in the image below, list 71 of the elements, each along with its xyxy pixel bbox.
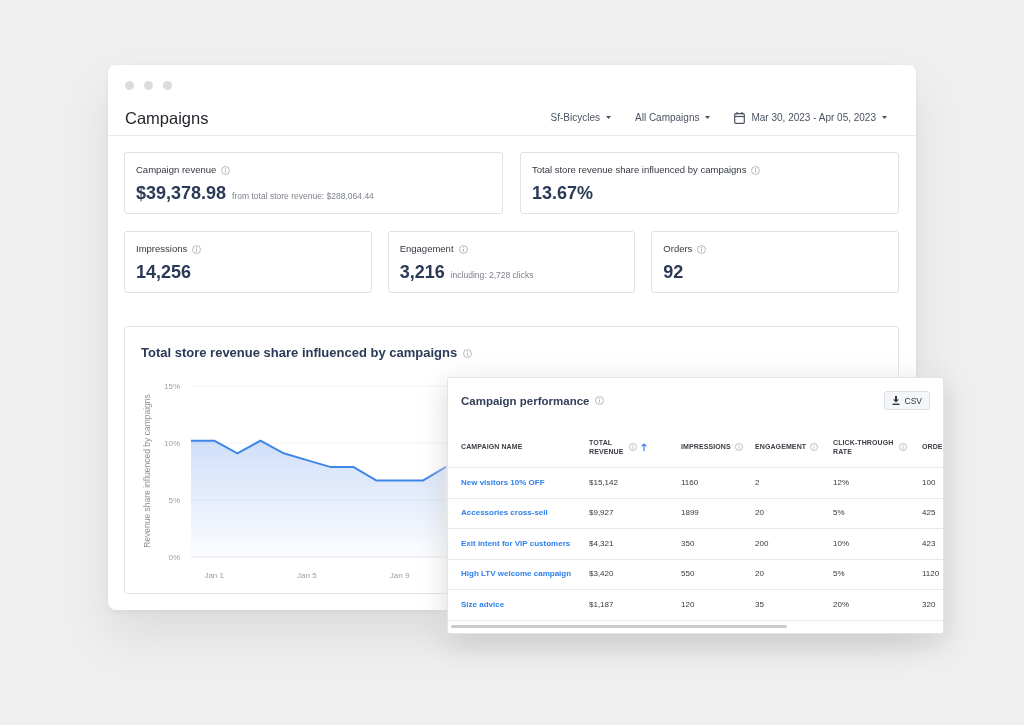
caret-icon [705,116,711,119]
table-cell: 120 [681,599,695,610]
table-cell: $3,420 [589,569,614,580]
table-cell: 350 [681,538,695,549]
table-cell: $4,321 [589,538,614,549]
table-cell: $9,927 [589,508,614,519]
axis-tick-label: 0% [168,553,180,562]
info-icon [595,396,605,405]
caret-icon [882,116,887,119]
info-icon [221,165,231,175]
date-range-picker[interactable]: Mar 30, 2023 - Apr 05, 2023 [734,111,887,124]
table-cell: $15,142 [589,477,618,488]
axis-tick-label: 10% [164,439,180,448]
axis-tick-label: Jan 5 [297,571,317,580]
table-cell: 423 [922,538,936,549]
axis-tick-label: 5% [168,496,180,505]
table-cell: 425 [922,508,936,519]
campaign-link[interactable]: New visitors 10% OFF [461,477,545,488]
table-cell: $1,187 [589,599,614,610]
table-cell: 10% [833,538,849,549]
metric-value: 92 [663,262,684,282]
export-csv-button[interactable]: CSV [883,391,930,410]
metric-label: Impressions [136,243,188,255]
axis-tick-label: Jan 9 [389,571,410,580]
caret-icon [606,116,611,119]
filter-dropdown[interactable]: All Campaigns [635,111,711,124]
table-cell: 35 [755,599,764,610]
metric-label: Total store revenue share influenced by campaigns [532,164,747,176]
sort-ascending-arrow-icon[interactable] [641,442,647,451]
metric-label: Orders [663,243,693,255]
table-cell: 200 [755,538,769,549]
page-title: Campaigns [125,107,209,128]
metric-note: from total store revenue: $288,064.44 [232,191,374,201]
table-cell: 1160 [681,477,699,488]
table-cell: 5% [833,508,845,519]
download-icon [891,396,900,405]
filter-dropdown[interactable]: Sf-Bicycles [550,111,611,124]
info-icon [192,244,202,254]
axis-title: Revenue share influenced by campaigns [142,394,152,548]
metric-value: 13.67% [532,183,594,203]
table-cell: 2 [755,477,760,488]
metric-value: $39,378.98 [136,183,227,203]
info-icon [458,244,468,254]
metric-label: Engagement [399,243,454,255]
table-cell: 100 [922,477,936,488]
axis-tick-label: 15% [164,382,180,391]
info-icon [697,244,707,254]
table-cell: 20 [755,569,764,580]
metric-note: including: 2,728 clicks [450,270,534,280]
table-cell: 5% [833,569,845,580]
table-cell: 1120 [922,569,940,580]
table-cell: 1899 [681,508,699,519]
axis-tick-label: Jan 1 [204,571,224,580]
metric-value: 3,216 [399,262,445,282]
info-icon [751,165,761,175]
table-cell: 20 [755,508,764,519]
horizontal-scrollbar[interactable] [451,624,787,628]
chart-title: Total store revenue share influenced by campaigns [141,345,458,361]
table-cell: 550 [681,569,695,580]
campaign-link[interactable]: Size advice [461,599,505,610]
table-cell: 12% [833,477,849,488]
calendar-icon [734,111,746,124]
metric-value: 14,256 [136,262,192,282]
table-cell: 320 [922,599,936,610]
campaign-link[interactable]: Accessories cross-sell [461,508,548,519]
metric-label: Campaign revenue [136,164,217,176]
campaign-link[interactable]: High LTV welcome campaign [461,569,572,580]
panel-title: Campaign performance [461,393,590,408]
table-cell: 20% [833,599,849,610]
campaign-link[interactable]: Exit intent for VIP customers [461,538,571,549]
info-icon [463,348,473,358]
